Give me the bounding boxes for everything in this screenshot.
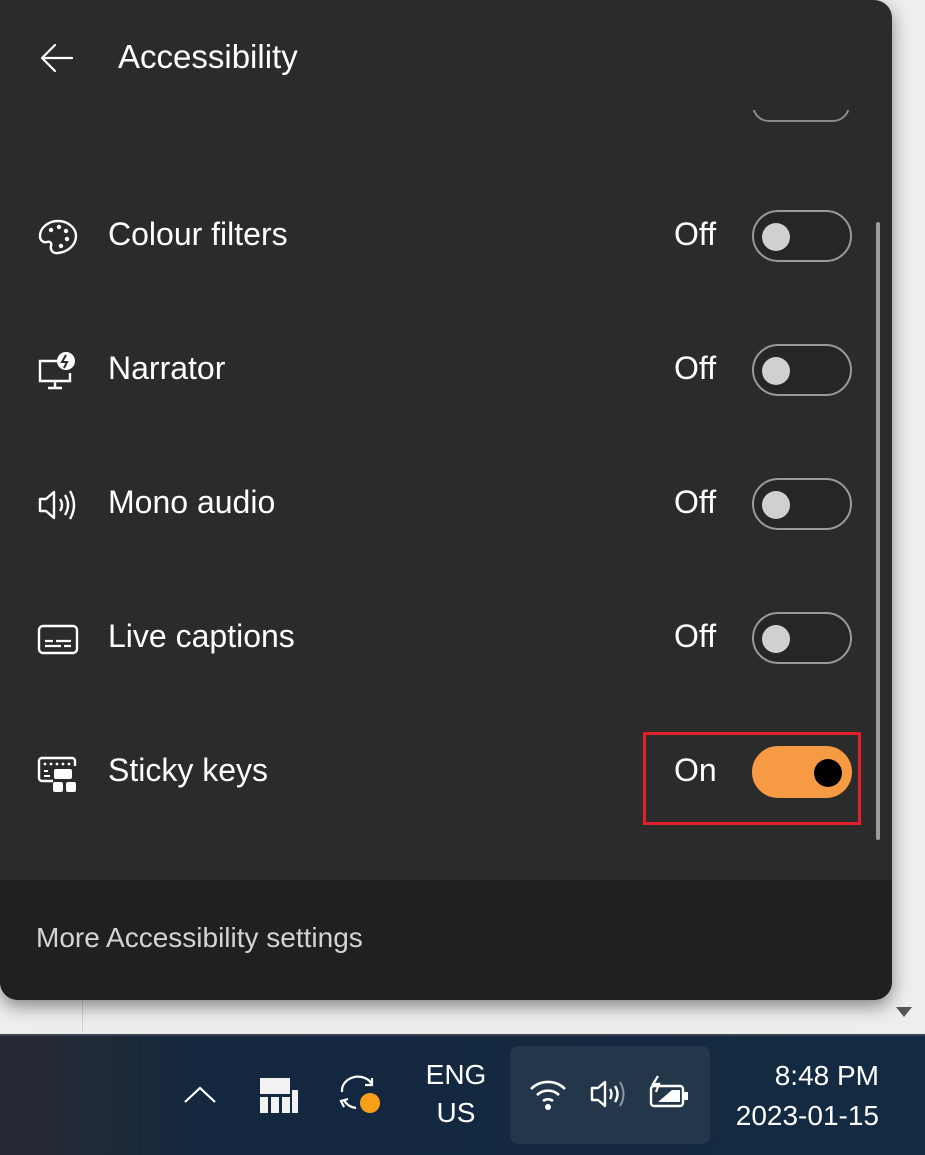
panel-title: Accessibility (118, 38, 298, 75)
live-captions-toggle[interactable] (752, 612, 852, 664)
sync-icon (339, 1075, 380, 1113)
show-hidden-icons-button[interactable] (182, 1080, 218, 1108)
highlight-box (643, 732, 861, 825)
palette-icon (38, 219, 78, 255)
chevron-up-icon (184, 1086, 216, 1103)
setting-row-mono-audio: Mono audio Off (0, 466, 870, 566)
arrow-left-icon (40, 43, 74, 73)
panel-header: Accessibility (0, 0, 892, 115)
more-accessibility-settings-link[interactable]: More Accessibility settings (36, 922, 363, 954)
panel-footer: More Accessibility settings (0, 880, 892, 1000)
sticky-keys-icon (37, 756, 77, 792)
toggle-knob (762, 223, 790, 251)
narrator-icon (38, 352, 75, 390)
language-code: ENG (425, 1059, 487, 1090)
setting-state: Off (674, 484, 717, 520)
wifi-icon (530, 1080, 566, 1110)
narrator-toggle[interactable] (752, 344, 852, 396)
colour-filters-toggle[interactable] (752, 210, 852, 262)
region-code: US (436, 1097, 476, 1128)
scroll-down-arrow-icon[interactable] (896, 1007, 912, 1017)
toggle-knob (762, 357, 790, 385)
volume-icon (590, 1080, 625, 1108)
toggle-knob (762, 625, 790, 653)
language-indicator[interactable]: ENG US (420, 1056, 492, 1132)
panel-scrollbar[interactable] (876, 222, 880, 840)
mono-audio-toggle[interactable] (752, 478, 852, 530)
setting-label: Sticky keys (108, 752, 269, 788)
captions-icon (37, 624, 79, 655)
clock-button[interactable]: 8:48 PM 2023-01-15 (736, 1056, 879, 1136)
accessibility-quick-settings-panel: Accessibility Colour filters Off Narrato… (0, 0, 892, 1000)
back-button[interactable] (34, 36, 82, 80)
setting-state: Off (674, 350, 717, 386)
setting-label: Live captions (108, 618, 295, 654)
setting-row-colour-filters: Colour filters Off (0, 198, 870, 298)
setting-row-live-captions: Live captions Off (0, 600, 870, 700)
tray-app-button[interactable] (258, 1076, 300, 1116)
setting-state: Off (674, 618, 717, 654)
taskbar: ENG US 8:48 PM 2023-01-15 (0, 1034, 925, 1155)
setting-label: Colour filters (108, 216, 288, 252)
speaker-icon (38, 490, 76, 520)
battery-charging-icon (649, 1075, 688, 1108)
clock-time: 8:48 PM (774, 1060, 879, 1091)
setting-label: Narrator (108, 350, 226, 386)
setting-label: Mono audio (108, 484, 276, 520)
toggle-knob (762, 491, 790, 519)
quick-settings-button[interactable] (510, 1046, 710, 1144)
clock-date: 2023-01-15 (735, 1100, 879, 1131)
setting-state: Off (674, 216, 717, 252)
setting-row-narrator: Narrator Off (0, 332, 870, 432)
background-divider (82, 1000, 83, 1032)
sync-button[interactable] (338, 1074, 384, 1118)
app-grid-icon (260, 1078, 298, 1113)
